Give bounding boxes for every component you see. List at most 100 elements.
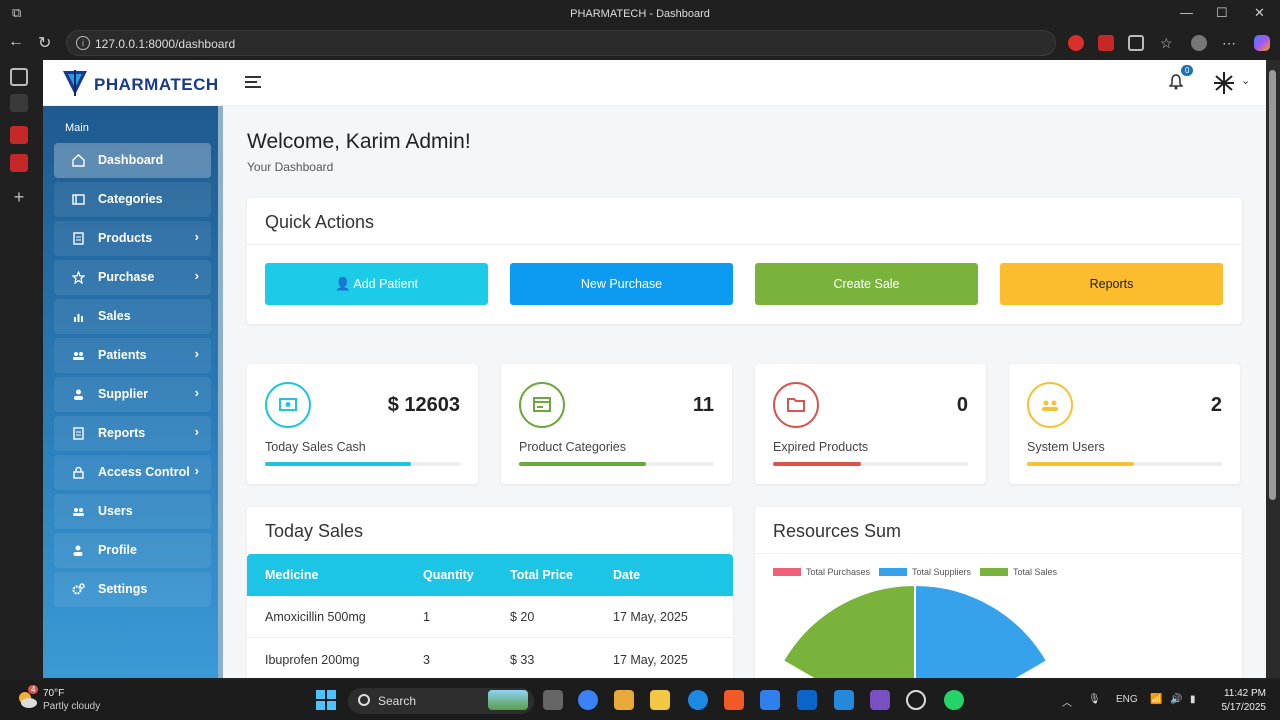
visual-studio-icon[interactable] <box>870 690 890 710</box>
menu-toggle-icon[interactable] <box>245 76 261 90</box>
legend-label[interactable]: Total Suppliers <box>912 567 971 577</box>
sidebar-item-label: Reports <box>98 426 146 440</box>
sidebar-item-reports[interactable]: Reports › <box>54 416 211 451</box>
address-bar[interactable]: i 127.0.0.1:8000/dashboard <box>66 30 1056 56</box>
sidebar-item-settings[interactable]: Settings <box>54 572 211 607</box>
divider <box>755 553 1242 554</box>
search-highlight-icon[interactable] <box>488 690 528 710</box>
chrome-icon[interactable] <box>578 690 598 710</box>
page-scrollbar[interactable] <box>1266 60 1280 678</box>
add-patient-button[interactable]: 👤 Add Patient <box>265 263 488 305</box>
reports-button[interactable]: Reports <box>1000 263 1223 305</box>
minimize-icon[interactable]: — <box>1180 5 1193 20</box>
sidebar-item-label: Products <box>98 231 153 245</box>
sidebar-item-sales[interactable]: Sales <box>54 299 211 334</box>
tab-favicon-icon[interactable] <box>10 94 28 112</box>
stat-label: System Users <box>1027 440 1105 454</box>
sidebar-item-users[interactable]: Users <box>54 494 211 529</box>
pie-slice-suppliers[interactable] <box>914 583 1049 678</box>
table-cell: $ 20 <box>510 610 535 624</box>
list-icon <box>72 194 85 205</box>
chevron-right-icon: › <box>194 385 199 400</box>
stat-progress-fill <box>773 462 861 466</box>
search-placeholder: Search <box>378 694 417 708</box>
extensions-icon[interactable] <box>1128 35 1144 51</box>
chevron-down-icon[interactable]: ⌄ <box>1241 74 1250 87</box>
quick-actions-card: Quick Actions 👤 Add Patient New Purchase… <box>247 198 1242 324</box>
stat-progress-fill <box>519 462 646 466</box>
store-icon[interactable] <box>760 690 780 710</box>
cash-icon <box>265 382 311 428</box>
tab-actions-icon[interactable] <box>10 68 28 86</box>
profile-icon[interactable] <box>1191 35 1207 51</box>
sidebar-item-access-control[interactable]: Access Control › <box>54 455 211 490</box>
copilot-icon[interactable] <box>1254 35 1270 51</box>
whatsapp-icon[interactable] <box>944 690 964 710</box>
scrollbar-thumb[interactable] <box>1269 70 1276 500</box>
pdf-tab-icon[interactable] <box>10 126 28 144</box>
chevron-right-icon: › <box>194 268 199 283</box>
create-sale-button[interactable]: Create Sale <box>755 263 978 305</box>
maximize-icon[interactable]: ☐ <box>1216 5 1228 21</box>
bar-chart-icon <box>74 314 83 322</box>
pdf-tab-icon[interactable] <box>10 154 28 172</box>
brave-icon[interactable] <box>724 690 744 710</box>
quick-actions-title: Quick Actions <box>265 212 375 232</box>
info-icon[interactable]: i <box>76 36 90 50</box>
app-icon[interactable] <box>614 690 634 710</box>
sidebar-edge <box>218 106 223 678</box>
logo[interactable]: PHARMATECH <box>61 68 241 100</box>
stat-value: 2 <box>1210 394 1222 416</box>
back-icon[interactable]: ← <box>8 33 24 51</box>
battery-icon[interactable]: ▮ <box>1190 694 1196 705</box>
stat-progress-fill <box>1027 462 1135 466</box>
lock-icon <box>73 466 84 479</box>
windows-start-icon[interactable] <box>316 690 336 710</box>
favorites-icon[interactable]: ☆ <box>1160 35 1176 51</box>
close-icon[interactable]: ✕ <box>1254 5 1265 21</box>
weather-condition: Partly cloudy <box>43 701 101 712</box>
vertical-tabs: + <box>0 60 42 678</box>
extension-icon[interactable] <box>1098 35 1114 51</box>
extension-icon[interactable] <box>1068 35 1084 51</box>
folder-icon <box>773 382 819 428</box>
legend-label[interactable]: Total Sales <box>1013 567 1057 577</box>
users-icon <box>1027 382 1073 428</box>
microphone-icon[interactable]: 🎙 <box>1088 694 1101 705</box>
table-row: Ibuprofen 200mg 3 $ 33 17 May, 2025 <box>247 639 733 678</box>
refresh-icon[interactable]: ↻ <box>38 33 51 53</box>
new-tab-icon[interactable]: + <box>10 188 28 206</box>
home-icon <box>72 154 85 167</box>
notification-bell-icon[interactable]: 0 <box>1168 65 1194 92</box>
task-view-icon[interactable] <box>543 690 563 710</box>
github-icon[interactable] <box>906 690 926 710</box>
sidebar-item-purchase[interactable]: Purchase › <box>54 260 211 295</box>
sidebar-item-patients[interactable]: Patients › <box>54 338 211 373</box>
vscode-icon[interactable] <box>834 690 854 710</box>
edge-icon[interactable] <box>688 690 708 710</box>
volume-icon[interactable]: 🔊 <box>1170 694 1182 705</box>
sidebar-item-label: Purchase <box>98 270 155 284</box>
sidebar-item-products[interactable]: Products › <box>54 221 211 256</box>
taskbar-clock[interactable]: 11:42 PM 5/17/2025 <box>1218 687 1267 715</box>
pie-slice-sales[interactable] <box>781 583 916 678</box>
document-icon <box>73 232 84 245</box>
wifi-icon[interactable]: 📶 <box>1150 694 1162 705</box>
file-explorer-icon[interactable] <box>650 690 670 710</box>
sidebar-item-profile[interactable]: Profile <box>54 533 211 568</box>
search-icon <box>358 694 370 706</box>
language-indicator[interactable]: ENG <box>1116 694 1138 705</box>
sidebar-item-supplier[interactable]: Supplier › <box>54 377 211 412</box>
logo-icon <box>63 70 87 96</box>
user-avatar[interactable] <box>1211 70 1237 96</box>
chevron-right-icon: › <box>194 424 199 439</box>
new-purchase-button[interactable]: New Purchase <box>510 263 733 305</box>
legend-swatch <box>980 568 1008 576</box>
more-icon[interactable]: ⋯ <box>1222 35 1238 51</box>
chevron-up-icon[interactable]: ︿ <box>1062 694 1072 709</box>
outlook-icon[interactable] <box>797 690 817 710</box>
sidebar-item-dashboard[interactable]: Dashboard <box>54 143 211 178</box>
stat-progress <box>1027 462 1222 466</box>
sidebar-item-categories[interactable]: Categories <box>54 182 211 217</box>
legend-label[interactable]: Total Purchases <box>806 567 870 577</box>
